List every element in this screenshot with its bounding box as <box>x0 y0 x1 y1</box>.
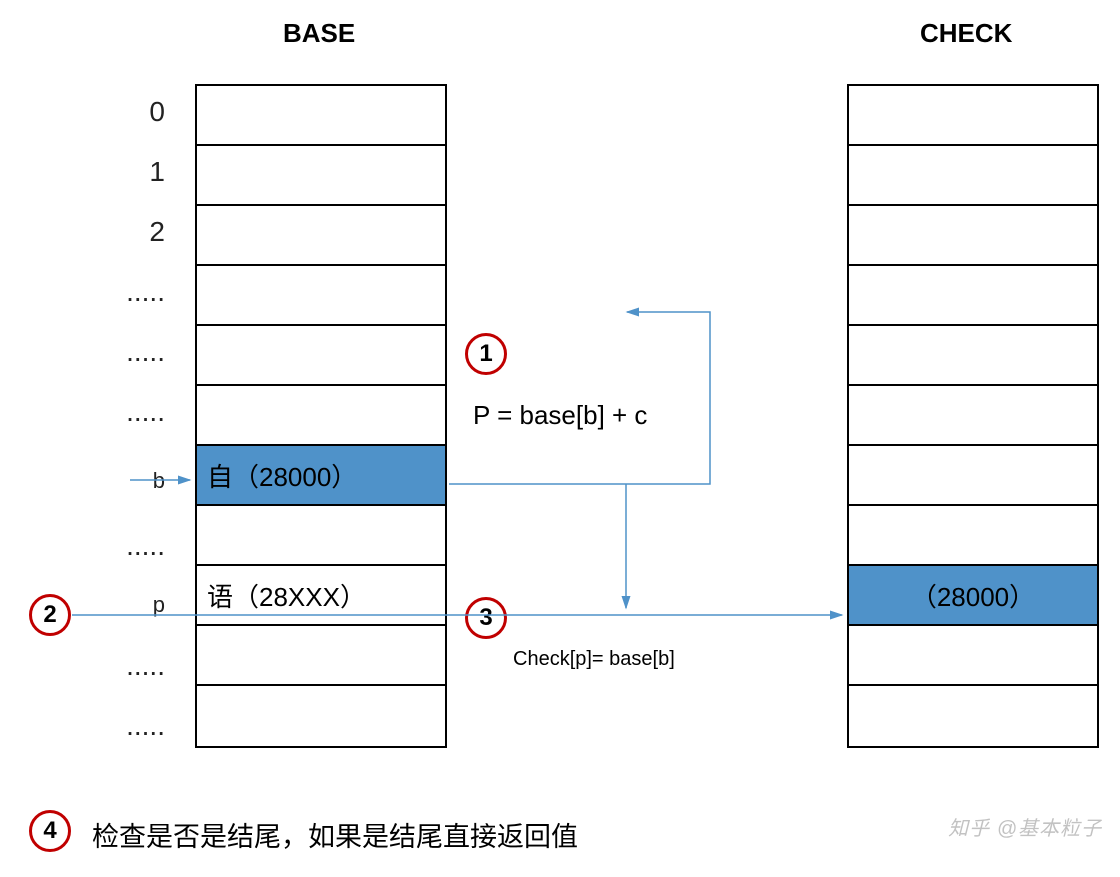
base-cell <box>197 146 445 206</box>
formula-check: Check[p]= base[b] <box>513 648 675 671</box>
step-1-circle: 1 <box>465 333 507 375</box>
base-cell <box>197 506 445 566</box>
check-cell <box>849 386 1097 446</box>
check-cell <box>849 506 1097 566</box>
idx-label: ..... <box>105 710 165 742</box>
idx-label-b: b <box>105 468 165 494</box>
base-cell <box>197 326 445 386</box>
check-cell <box>849 206 1097 266</box>
base-cell <box>197 266 445 326</box>
formula-p: P = base[b] + c <box>473 400 647 431</box>
check-cell <box>849 626 1097 686</box>
check-heading: CHECK <box>920 18 1012 49</box>
base-array: 自（28000） 语（28XXX） <box>195 84 447 748</box>
idx-label: ..... <box>105 336 165 368</box>
idx-label: 2 <box>105 216 165 248</box>
base-heading: BASE <box>283 18 355 49</box>
step-2-circle: 2 <box>29 594 71 636</box>
idx-label: ..... <box>105 276 165 308</box>
check-cell <box>849 446 1097 506</box>
idx-label: ..... <box>105 396 165 428</box>
check-cell <box>849 326 1097 386</box>
check-cell <box>849 266 1097 326</box>
base-cell <box>197 626 445 686</box>
idx-label: ..... <box>105 530 165 562</box>
step-4-circle: 4 <box>29 810 71 852</box>
base-cell <box>197 206 445 266</box>
check-cell-p: （28000） <box>849 566 1097 626</box>
idx-label: ..... <box>105 650 165 682</box>
check-cell <box>849 686 1097 746</box>
idx-label: 1 <box>105 156 165 188</box>
idx-label-p: p <box>105 592 165 618</box>
step-3-circle: 3 <box>465 597 507 639</box>
base-cell <box>197 86 445 146</box>
check-cell <box>849 146 1097 206</box>
footer-text: 检查是否是结尾，如果是结尾直接返回值 <box>92 815 578 854</box>
base-cell-p: 语（28XXX） <box>197 566 445 626</box>
idx-label: 0 <box>105 96 165 128</box>
watermark: 知乎 @基本粒子 <box>948 812 1102 841</box>
check-array: （28000） <box>847 84 1099 748</box>
base-cell-b: 自（28000） <box>197 446 445 506</box>
base-cell <box>197 686 445 746</box>
check-cell <box>849 86 1097 146</box>
base-cell <box>197 386 445 446</box>
